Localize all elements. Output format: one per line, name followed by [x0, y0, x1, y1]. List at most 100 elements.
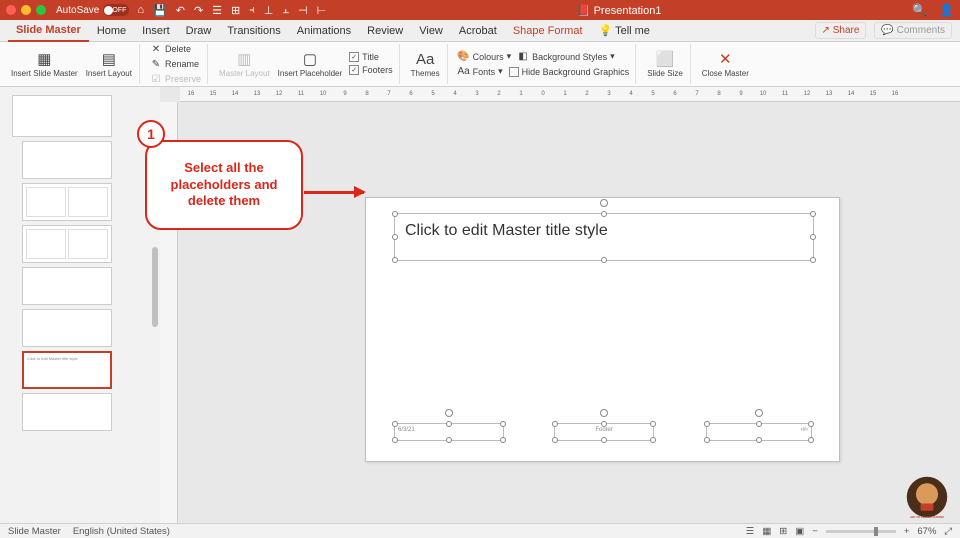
insert-placeholder-button[interactable]: ▢Insert Placeholder [275, 47, 345, 81]
resize-handle[interactable] [808, 437, 814, 443]
master-thumbnail[interactable] [12, 95, 112, 137]
resize-handle[interactable] [552, 437, 558, 443]
insert-slide-master-button[interactable]: ▦Insert Slide Master [8, 47, 81, 81]
slide-canvas[interactable]: Click to edit Master title style 6/3/21 … [365, 197, 840, 462]
layout-thumbnail-selected[interactable]: Click to edit Master title style [22, 351, 112, 389]
slide-size-button[interactable]: ⬜Slide Size [644, 47, 686, 81]
tell-me[interactable]: 💡 Tell me [591, 20, 658, 41]
align3-icon[interactable]: ⫞ [249, 4, 255, 17]
layout-thumbnail[interactable] [22, 267, 112, 305]
comments-button[interactable]: 💬 Comments [874, 22, 952, 39]
layout-thumbnail[interactable] [22, 225, 112, 263]
thumbnail-pane[interactable]: Click to edit Master title style [0, 87, 160, 523]
align5-icon[interactable]: ⫠ [282, 4, 289, 17]
redo-icon[interactable]: ↷ [194, 4, 203, 17]
align6-icon[interactable]: ⊣ [298, 4, 308, 17]
align7-icon[interactable]: ⊢ [317, 4, 327, 17]
view-sorter-button[interactable]: ⊞ [779, 526, 787, 537]
resize-handle[interactable] [552, 421, 558, 427]
view-normal-button[interactable]: ▦ [762, 526, 771, 537]
align-icon[interactable]: ☰ [212, 4, 222, 17]
align2-icon[interactable]: ⊞ [231, 4, 240, 17]
layout-thumbnail[interactable] [22, 183, 112, 221]
close-master-button[interactable]: ✕Close Master [699, 47, 752, 81]
view-reading-button[interactable]: ▣ [795, 526, 804, 537]
resize-handle[interactable] [810, 211, 816, 217]
undo-icon[interactable]: ↶ [176, 4, 185, 17]
resize-handle[interactable] [650, 437, 656, 443]
resize-handle[interactable] [808, 421, 814, 427]
align4-icon[interactable]: ⊥ [264, 4, 274, 17]
resize-handle[interactable] [601, 421, 607, 427]
resize-handle[interactable] [601, 437, 607, 443]
resize-handle[interactable] [392, 421, 398, 427]
layout-thumbnail[interactable] [22, 141, 112, 179]
tab-acrobat[interactable]: Acrobat [451, 21, 505, 41]
tab-slide-master[interactable]: Slide Master [8, 20, 89, 42]
tab-animations[interactable]: Animations [289, 21, 359, 41]
rename-button[interactable]: ✎Rename [148, 57, 203, 71]
resize-handle[interactable] [500, 437, 506, 443]
minimize-window-button[interactable] [21, 5, 31, 15]
layout-thumbnail[interactable] [22, 393, 112, 431]
fit-to-window-button[interactable]: ⤢ [944, 526, 952, 537]
preserve-button[interactable]: ☑Preserve [148, 72, 203, 86]
share-button[interactable]: ↗ Share [815, 22, 867, 39]
tab-draw[interactable]: Draw [178, 21, 220, 41]
rotate-handle[interactable] [600, 409, 608, 417]
resize-handle[interactable] [446, 421, 452, 427]
resize-handle[interactable] [704, 437, 710, 443]
hide-bg-checkbox[interactable]: Hide Background Graphics [507, 65, 632, 79]
notes-button[interactable]: ☰ [746, 526, 755, 537]
title-checkbox[interactable]: Title [347, 51, 395, 63]
slidenum-placeholder[interactable]: ‹#› [706, 423, 812, 441]
resize-handle[interactable] [392, 437, 398, 443]
footers-checkbox[interactable]: Footers [347, 64, 395, 76]
rotate-handle[interactable] [755, 409, 763, 417]
search-icon[interactable]: 🔍 [912, 3, 927, 17]
tab-view[interactable]: View [411, 21, 451, 41]
resize-handle[interactable] [756, 421, 762, 427]
home-icon[interactable]: ⌂ [137, 4, 144, 17]
themes-button[interactable]: AaThemes [408, 47, 443, 81]
autosave-toggle[interactable]: AutoSave OFF [56, 4, 129, 16]
rotate-handle[interactable] [600, 199, 608, 207]
save-icon[interactable]: 💾 [153, 4, 167, 17]
maximize-window-button[interactable] [36, 5, 46, 15]
zoom-out-button[interactable]: − [812, 526, 818, 537]
colours-button[interactable]: 🎨Colours ▾ [456, 50, 514, 64]
resize-handle[interactable] [446, 437, 452, 443]
resize-handle[interactable] [392, 257, 398, 263]
resize-handle[interactable] [756, 437, 762, 443]
tab-insert[interactable]: Insert [134, 21, 178, 41]
tab-shape-format[interactable]: Shape Format [505, 21, 591, 41]
account-icon[interactable]: 👤 [939, 3, 954, 17]
zoom-slider[interactable] [826, 530, 896, 533]
insert-layout-button[interactable]: ▤Insert Layout [83, 47, 135, 81]
resize-handle[interactable] [601, 257, 607, 263]
status-language[interactable]: English (United States) [73, 526, 170, 537]
rotate-handle[interactable] [445, 409, 453, 417]
close-window-button[interactable] [6, 5, 16, 15]
tab-review[interactable]: Review [359, 21, 411, 41]
resize-handle[interactable] [392, 234, 398, 240]
zoom-in-button[interactable]: + [904, 526, 910, 537]
resize-handle[interactable] [650, 421, 656, 427]
fonts-button[interactable]: AaFonts ▾ [456, 65, 505, 79]
tab-transitions[interactable]: Transitions [219, 21, 288, 41]
resize-handle[interactable] [810, 234, 816, 240]
footer-placeholder[interactable]: Footer [554, 423, 654, 441]
layout-thumbnail[interactable] [22, 309, 112, 347]
zoom-level[interactable]: 67% [917, 526, 936, 537]
resize-handle[interactable] [810, 257, 816, 263]
resize-handle[interactable] [704, 421, 710, 427]
delete-button[interactable]: ✕Delete [148, 42, 203, 56]
date-placeholder[interactable]: 6/3/21 [394, 423, 504, 441]
autosave-switch[interactable]: OFF [103, 4, 129, 16]
resize-handle[interactable] [500, 421, 506, 427]
master-layout-button[interactable]: ▥Master Layout [216, 47, 273, 81]
resize-handle[interactable] [392, 211, 398, 217]
tab-home[interactable]: Home [89, 21, 134, 41]
title-placeholder[interactable]: Click to edit Master title style [394, 213, 814, 261]
scrollbar-thumb[interactable] [152, 247, 158, 327]
